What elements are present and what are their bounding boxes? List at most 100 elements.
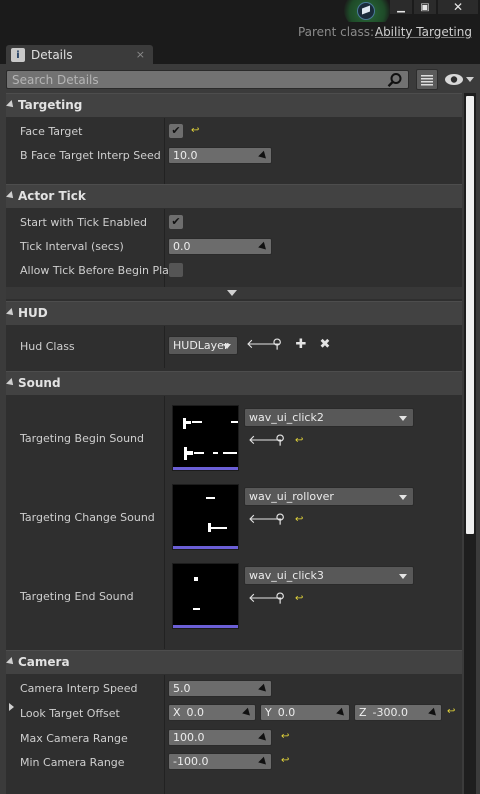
max-range-value: 100.0: [173, 731, 205, 744]
allow-tick-checkbox[interactable]: [169, 263, 183, 277]
category-actor-tick[interactable]: Actor Tick: [6, 184, 462, 208]
chevron-down-icon: [399, 416, 407, 421]
arrow-left-icon[interactable]: 🡐: [248, 512, 283, 528]
reset-to-default-icon[interactable]: ↩: [447, 707, 457, 717]
x-icon[interactable]: ✖: [317, 337, 333, 353]
min-range-value: -100.0: [173, 755, 209, 768]
close-button[interactable]: ✕: [438, 0, 478, 14]
begin-sound-combo[interactable]: wav_ui_click2: [244, 408, 414, 427]
begin-sound-thumbnail[interactable]: [172, 405, 239, 471]
search-input[interactable]: [6, 70, 409, 89]
eye-icon[interactable]: [443, 71, 475, 88]
chevron-down-icon: [399, 495, 407, 500]
chevron-down-icon: [399, 574, 407, 579]
collapse-arrow-icon[interactable]: [6, 100, 16, 110]
arrow-left-icon[interactable]: 🡐: [248, 433, 283, 449]
drag-handle-icon: [258, 732, 269, 744]
interp-seed-value: 10.0: [173, 149, 198, 162]
reset-to-default-icon[interactable]: ↩: [295, 515, 305, 525]
tab-close-icon[interactable]: ×: [136, 48, 145, 61]
drag-handle-icon: [258, 683, 269, 695]
collapse-arrow-icon[interactable]: [6, 378, 16, 388]
camera-rows: Camera Interp Speed 5.0 Look Target Offs…: [6, 675, 462, 794]
scrollbar-thumb[interactable]: [466, 96, 474, 534]
magnifier-icon[interactable]: ⚲: [272, 591, 288, 607]
category-camera[interactable]: Camera: [6, 650, 462, 674]
interp-speed-value: 5.0: [173, 682, 191, 695]
hud-rows: Hud Class HUDLayer 🡐 ⚲ ✚ ✖: [6, 326, 462, 368]
category-title: HUD: [18, 306, 48, 320]
end-sound-value: wav_ui_click3: [249, 569, 324, 582]
category-title: Sound: [18, 376, 61, 390]
end-sound-label: Targeting End Sound: [20, 590, 134, 603]
reset-to-default-icon[interactable]: ↩: [295, 436, 305, 446]
face-target-checkbox[interactable]: ✔: [169, 124, 183, 138]
arrow-left-icon[interactable]: 🡐: [246, 337, 281, 353]
hud-class-value: HUDLayer: [173, 339, 229, 352]
look-offset-y-value: 0.0: [277, 706, 296, 719]
tab-details-label: Details: [31, 48, 73, 62]
magnifier-icon[interactable]: ⚲: [272, 512, 288, 528]
look-offset-x-field[interactable]: X 0.0: [168, 704, 256, 721]
collapse-arrow-icon[interactable]: [6, 191, 16, 201]
category-hud[interactable]: HUD: [6, 301, 462, 325]
minimize-button[interactable]: ▁: [390, 0, 412, 14]
max-range-field[interactable]: 100.0: [168, 729, 272, 746]
collapse-arrow-icon[interactable]: [6, 308, 16, 318]
interp-speed-field[interactable]: 5.0: [168, 680, 272, 697]
end-sound-thumbnail[interactable]: [172, 563, 239, 629]
drag-handle-icon: [258, 241, 269, 253]
magnifier-icon[interactable]: ⚲: [272, 433, 288, 449]
collapse-arrow-icon[interactable]: [6, 657, 16, 667]
scrollbar[interactable]: [464, 93, 476, 794]
face-target-label: Face Target: [20, 125, 83, 138]
tick-interval-value: 0.0: [173, 240, 191, 253]
advanced-expander[interactable]: [6, 287, 462, 299]
expand-arrow-icon[interactable]: [9, 703, 14, 711]
hud-class-combo[interactable]: HUDLayer: [168, 336, 238, 355]
drag-handle-icon: [258, 756, 269, 768]
targeting-rows: Face Target ✔ ↩ B Face Target Interp See…: [6, 118, 462, 184]
tick-interval-field[interactable]: 0.0: [168, 238, 272, 255]
end-sound-combo[interactable]: wav_ui_click3: [244, 566, 414, 585]
y-axis-label: Y: [265, 706, 272, 719]
reset-to-default-icon[interactable]: ↩: [191, 126, 201, 136]
category-title: Targeting: [18, 98, 83, 112]
look-offset-y-field[interactable]: Y 0.0: [260, 704, 350, 721]
chevron-down-icon: [223, 344, 231, 349]
min-range-field[interactable]: -100.0: [168, 753, 272, 770]
parent-class-link[interactable]: Ability Targeting: [375, 25, 472, 39]
interp-speed-label: Camera Interp Speed: [20, 682, 138, 695]
change-sound-combo[interactable]: wav_ui_rollover: [244, 487, 414, 506]
interp-seed-label: B Face Target Interp Seed: [20, 149, 161, 162]
sound-rows: Targeting Begin Sound wav_ui_click2 🡐 ⚲ …: [6, 396, 462, 649]
reset-to-default-icon[interactable]: ↩: [281, 756, 291, 766]
plus-icon[interactable]: ✚: [293, 337, 309, 353]
magnifier-icon[interactable]: ⚲: [269, 337, 285, 353]
category-sound[interactable]: Sound: [6, 371, 462, 395]
expand-advanced-icon[interactable]: [227, 290, 237, 296]
maximize-button[interactable]: ▣: [414, 0, 436, 14]
drag-handle-icon: [258, 150, 269, 162]
parent-class-row: Parent class: Ability Targeting: [0, 22, 480, 42]
drag-handle-icon: [428, 707, 439, 719]
drag-handle-icon: [242, 707, 253, 719]
look-offset-z-field[interactable]: Z -300.0: [354, 704, 442, 721]
details-scroll-area[interactable]: Targeting Face Target ✔ ↩ B Face Target …: [6, 93, 462, 794]
reset-to-default-icon[interactable]: ↩: [281, 732, 291, 742]
look-offset-z-value: -300.0: [372, 706, 409, 719]
view-options-list-button[interactable]: [416, 69, 438, 90]
look-offset-x-value: 0.0: [186, 706, 205, 719]
hud-class-label: Hud Class: [20, 340, 75, 353]
start-tick-checkbox[interactable]: ✔: [169, 215, 183, 229]
tab-details[interactable]: i Details ×: [6, 45, 153, 65]
change-sound-value: wav_ui_rollover: [249, 490, 334, 503]
arrow-left-icon[interactable]: 🡐: [248, 591, 283, 607]
interp-seed-field[interactable]: 10.0: [168, 147, 272, 164]
category-targeting[interactable]: Targeting: [6, 93, 462, 117]
search-icon[interactable]: [387, 72, 403, 88]
x-axis-label: X: [173, 706, 181, 719]
reset-to-default-icon[interactable]: ↩: [295, 594, 305, 604]
change-sound-thumbnail[interactable]: [172, 484, 239, 550]
parent-class-label: Parent class:: [297, 25, 374, 39]
